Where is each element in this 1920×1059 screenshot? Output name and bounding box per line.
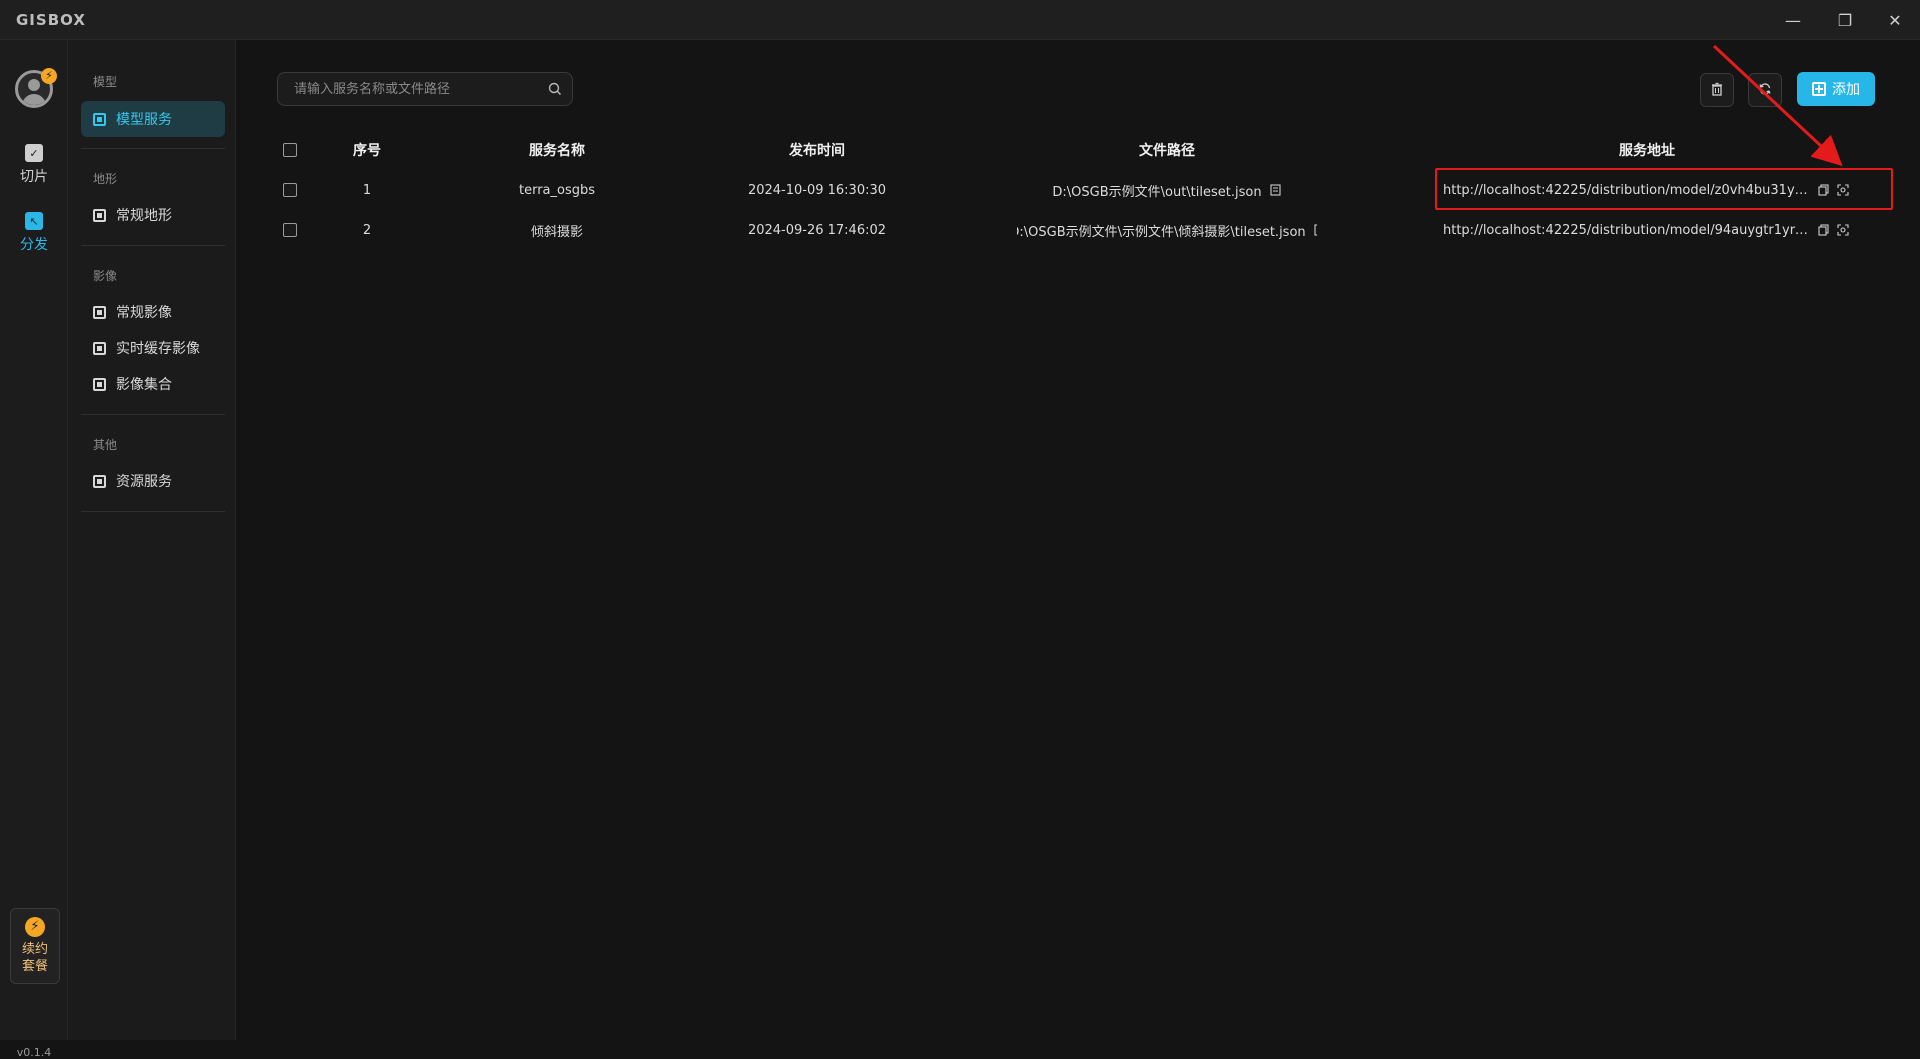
renew-line-1: 续约 (21, 942, 48, 957)
divider (81, 245, 225, 246)
sidebar-item-terrain[interactable]: 常规地形 (81, 197, 225, 233)
renew-plan-button[interactable]: ⚡ 续约 套餐 (10, 908, 60, 984)
row-time: 2024-09-26 17:46:02 (747, 222, 887, 238)
divider (81, 511, 225, 512)
model-service-icon (93, 112, 106, 126)
rail-item-slice[interactable]: ✓ 切片 (0, 138, 68, 192)
row-url[interactable]: http://localhost:42225/distribution/mode… (1443, 223, 1809, 238)
row-no: 1 (362, 182, 372, 198)
sidebar-item-label: 常规地形 (116, 208, 172, 224)
row-url-cell: http://localhost:42225/distribution/mode… (1427, 170, 1867, 210)
preview-icon[interactable] (1837, 224, 1849, 236)
service-table: 序号 服务名称 发布时间 文件路径 服务地址 1 terra_osgbs 202… (277, 130, 1897, 250)
row-checkbox[interactable] (283, 223, 297, 237)
copy-icon[interactable] (1817, 224, 1829, 236)
header-name: 服务名称 (529, 143, 585, 159)
sidebar-item-label: 实时缓存影像 (116, 341, 200, 357)
row-name: 倾斜摄影 (530, 224, 583, 240)
minimize-icon: — (1785, 10, 1801, 30)
restore-icon: ❐ (1837, 10, 1853, 30)
distribute-icon: ↖ (25, 212, 43, 230)
row-path: D:\OSGB示例文件\示例文件\倾斜摄影\tileset.json (1017, 224, 1306, 240)
secondary-sidebar: 模型 模型服务 地形 常规地形 影像 常规影像 实时缓存影像 影像集合 其他 资… (68, 40, 236, 1040)
cache-imagery-icon (93, 341, 106, 355)
select-all-checkbox[interactable] (283, 143, 297, 157)
header-no: 序号 (353, 143, 381, 159)
rail-item-label: 分发 (20, 237, 48, 253)
sidebar-item-label: 影像集合 (116, 377, 172, 393)
row-path: D:\OSGB示例文件\out\tileset.json (1052, 184, 1262, 200)
header-time: 发布时间 (789, 143, 845, 159)
renew-plan-label: 续约 套餐 (20, 941, 50, 975)
add-button[interactable]: 添加 (1797, 72, 1875, 106)
imagery-icon (93, 305, 106, 319)
sidebar-item-imagery[interactable]: 常规影像 (81, 294, 225, 330)
preview-icon[interactable] (1837, 184, 1849, 196)
row-no: 2 (362, 222, 372, 238)
maximize-button[interactable]: ❐ (1827, 6, 1863, 34)
row-path-cell: D:\OSGB示例文件\示例文件\倾斜摄影\tileset.json (1017, 210, 1317, 250)
sidebar-item-imagery-collection[interactable]: 影像集合 (81, 366, 225, 402)
trash-icon (1710, 81, 1724, 100)
minimize-button[interactable]: — (1775, 6, 1811, 34)
sidebar-item-resource-service[interactable]: 资源服务 (81, 463, 225, 499)
rail-item-distribute[interactable]: ↖ 分发 (0, 206, 68, 260)
row-check-cell (277, 210, 303, 250)
lightning-icon: ⚡ (41, 68, 57, 84)
left-rail: ⚡ ✓ 切片 ↖ 分发 ⚡ 续约 套餐 v0.1.4 (0, 40, 68, 1059)
search-input[interactable] (278, 73, 538, 105)
terrain-icon (93, 208, 106, 222)
slice-icon: ✓ (25, 144, 43, 162)
row-url-cell: http://localhost:42225/distribution/mode… (1427, 210, 1867, 250)
group-title-imagery: 影像 (93, 269, 118, 283)
search-box (277, 72, 573, 106)
file-icon[interactable] (1314, 224, 1317, 236)
app-version: v0.1.4 (16, 1046, 52, 1059)
file-icon[interactable] (1270, 184, 1282, 196)
table-header: 序号 服务名称 发布时间 文件路径 服务地址 (277, 130, 1897, 170)
row-checkbox[interactable] (283, 183, 297, 197)
sidebar-item-cache-imagery[interactable]: 实时缓存影像 (81, 330, 225, 366)
row-check-cell (277, 170, 303, 210)
table-row: 1 terra_osgbs 2024-10-09 16:30:30 D:\OSG… (277, 170, 1897, 210)
close-icon: ✕ (1888, 10, 1902, 30)
title-bar: GISBOX — ❐ ✕ (0, 0, 1920, 40)
row-path-cell: D:\OSGB示例文件\out\tileset.json (1017, 170, 1317, 210)
delete-button[interactable] (1700, 73, 1734, 107)
add-button-label: 添加 (1832, 82, 1860, 98)
close-button[interactable]: ✕ (1877, 6, 1913, 34)
rail-item-label: 切片 (20, 169, 48, 185)
avatar-body (22, 94, 46, 105)
divider (81, 414, 225, 415)
refresh-icon (1758, 81, 1772, 100)
resource-service-icon (93, 474, 106, 488)
group-title-other: 其他 (93, 438, 118, 452)
refresh-button[interactable] (1748, 73, 1782, 107)
row-url[interactable]: http://localhost:42225/distribution/mode… (1443, 183, 1809, 198)
sidebar-item-label: 常规影像 (116, 305, 172, 321)
imagery-collection-icon (93, 377, 106, 391)
lightning-icon: ⚡ (25, 917, 45, 937)
row-name: terra_osgbs (518, 182, 596, 198)
copy-icon[interactable] (1817, 184, 1829, 196)
row-time: 2024-10-09 16:30:30 (747, 182, 887, 198)
group-title-model: 模型 (93, 75, 118, 89)
sidebar-item-label: 资源服务 (116, 474, 172, 490)
add-icon (1812, 82, 1826, 96)
group-title-terrain: 地形 (93, 172, 118, 186)
main-panel: 添加 序号 服务名称 发布时间 文件路径 服务地址 1 terra_osgbs … (237, 40, 1920, 1040)
sidebar-item-model-service[interactable]: 模型服务 (81, 101, 225, 137)
search-icon[interactable] (538, 72, 572, 106)
divider (81, 148, 225, 149)
header-path: 文件路径 (1139, 143, 1195, 159)
select-all-cell (277, 130, 303, 170)
sidebar-item-label: 模型服务 (116, 112, 172, 128)
table-row: 2 倾斜摄影 2024-09-26 17:46:02 D:\OSGB示例文件\示… (277, 210, 1897, 250)
renew-line-2: 套餐 (21, 959, 48, 974)
header-url: 服务地址 (1619, 143, 1675, 159)
avatar-head (28, 79, 40, 91)
app-logo: GISBOX (16, 11, 86, 29)
